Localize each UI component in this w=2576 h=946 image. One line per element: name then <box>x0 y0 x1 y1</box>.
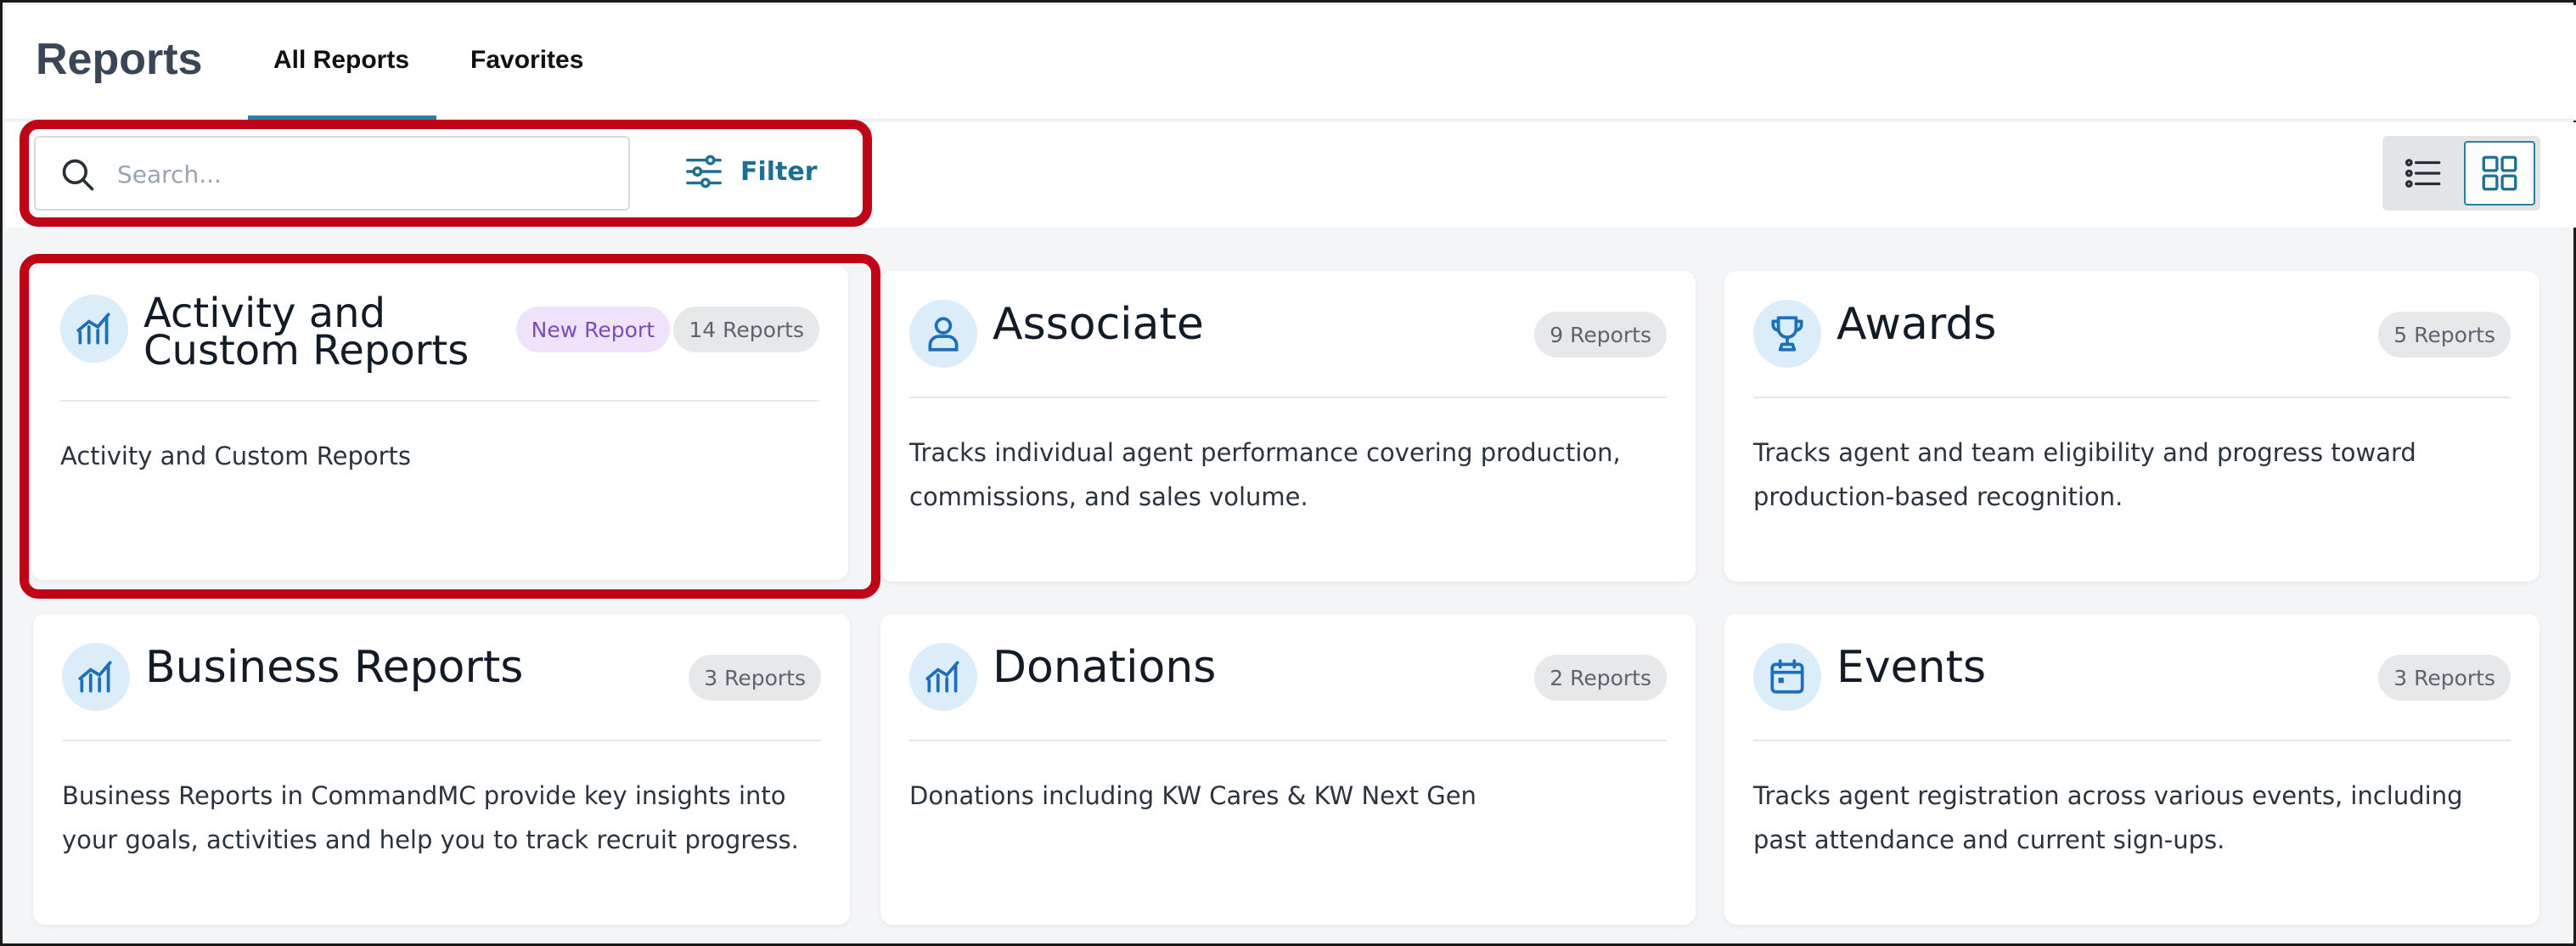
app-frame: Reports All Reports Favorites Filter <box>0 0 2576 946</box>
card-icon-wrap <box>60 295 128 363</box>
card-icon-wrap <box>909 300 977 368</box>
filter-label: Filter <box>740 156 818 187</box>
card-divider <box>909 740 1667 741</box>
active-tab-indicator <box>248 115 436 120</box>
page-title: Reports <box>36 35 203 84</box>
card-description: Tracks agent and team eligibility and pr… <box>1753 438 2416 511</box>
bar-chart-icon <box>925 661 959 693</box>
card-title: Business Reports <box>145 642 524 693</box>
card-description: Tracks individual agent performance cove… <box>909 438 1621 511</box>
card-description: Activity and Custom Reports <box>60 442 412 470</box>
card-divider <box>1753 740 2511 741</box>
sliders-icon <box>686 155 722 189</box>
tab-all-reports[interactable]: All Reports <box>273 46 409 75</box>
search-box[interactable] <box>34 136 630 211</box>
report-count-badge: 3 Reports <box>689 655 821 701</box>
view-toggle <box>2382 136 2540 211</box>
card-icon-wrap <box>909 643 977 711</box>
report-count-badge: 9 Reports <box>1534 312 1667 358</box>
list-view-button[interactable] <box>2388 141 2459 206</box>
tab-favorites[interactable]: Favorites <box>470 46 583 75</box>
filter-button[interactable]: Filter <box>684 141 837 202</box>
card-title: Activity and Custom Reports <box>143 290 470 374</box>
person-icon <box>928 317 959 352</box>
report-count-badge: 14 Reports <box>673 307 819 352</box>
card-divider <box>62 740 821 741</box>
card-divider <box>60 400 819 402</box>
card-description: Donations including KW Cares & KW Next G… <box>909 781 1476 810</box>
bar-chart-icon <box>76 313 110 345</box>
card-description: Tracks agent registration across various… <box>1753 781 2463 854</box>
report-card-awards[interactable]: Awards 5 Reports Tracks agent and team e… <box>1724 271 2539 582</box>
card-icon-wrap <box>62 643 130 711</box>
grid-view-icon <box>2482 155 2517 191</box>
card-description: Business Reports in CommandMC provide ke… <box>62 781 799 854</box>
card-divider <box>909 397 1667 398</box>
list-view-icon <box>2404 159 2441 188</box>
search-input[interactable] <box>117 153 610 195</box>
header: Reports All Reports Favorites <box>5 5 2576 121</box>
card-title: Events <box>1836 642 1987 693</box>
card-title: Associate <box>993 299 1204 350</box>
report-count-badge: 5 Reports <box>2378 312 2511 358</box>
grid-view-button[interactable] <box>2464 141 2535 206</box>
search-icon <box>62 159 94 191</box>
toolbar: Filter <box>5 122 2576 228</box>
new-report-badge: New Report <box>515 307 670 352</box>
card-icon-wrap <box>1753 643 1821 711</box>
calendar-icon <box>1770 659 1804 694</box>
card-title: Donations <box>993 642 1217 693</box>
report-count-badge: 2 Reports <box>1534 655 1667 701</box>
report-count-badge: 3 Reports <box>2378 655 2511 701</box>
report-card-activity[interactable]: Activity and Custom Reports New Report 1… <box>31 266 848 580</box>
report-card-business[interactable]: Business Reports 3 Reports Business Repo… <box>33 614 850 925</box>
card-divider <box>1753 397 2511 398</box>
card-icon-wrap <box>1753 300 1821 368</box>
trophy-icon <box>1771 316 1803 352</box>
report-card-events[interactable]: Events 3 Reports Tracks agent registrati… <box>1724 614 2539 925</box>
report-card-donations[interactable]: Donations 2 Reports Donations including … <box>880 614 1696 925</box>
bar-chart-icon <box>78 661 112 693</box>
card-title: Awards <box>1836 299 1997 350</box>
report-card-associate[interactable]: Associate 9 Reports Tracks individual ag… <box>880 271 1696 582</box>
